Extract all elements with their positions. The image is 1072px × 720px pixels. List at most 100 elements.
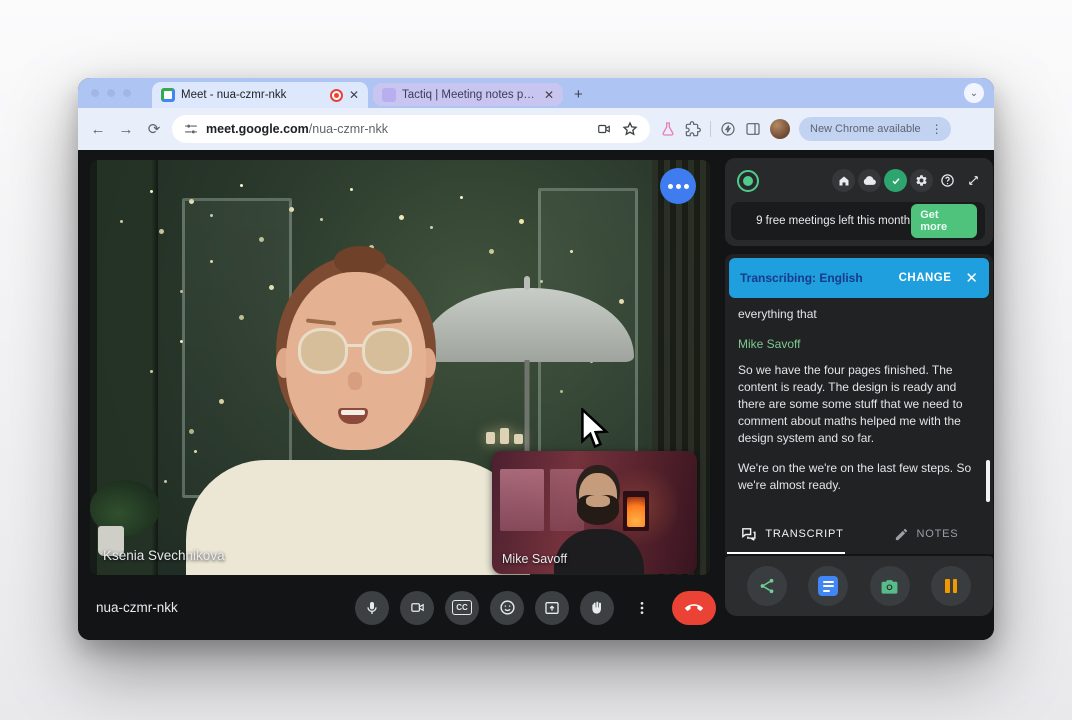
- present-button[interactable]: [535, 591, 569, 625]
- minimize-window-button[interactable]: [107, 89, 115, 97]
- pause-transcription-button[interactable]: [931, 566, 971, 606]
- shield-check-icon: [890, 175, 902, 187]
- self-view-thumbnail[interactable]: Mike Savoff: [492, 451, 697, 574]
- profile-avatar[interactable]: [770, 119, 790, 139]
- captions-button[interactable]: CC: [445, 591, 479, 625]
- cloud-button[interactable]: [858, 169, 881, 192]
- window-controls[interactable]: [91, 89, 131, 97]
- tactiq-sidebar: 9 free meetings left this month Get more…: [725, 150, 994, 640]
- close-tab-icon[interactable]: ✕: [544, 89, 554, 101]
- camera-button[interactable]: [400, 591, 434, 625]
- side-panel-icon[interactable]: [745, 121, 761, 137]
- tab-transcript-label: TRANSCRIPT: [765, 528, 843, 540]
- reload-button[interactable]: ⟳: [144, 120, 164, 138]
- close-tab-icon[interactable]: ✕: [349, 89, 359, 101]
- reactions-button[interactable]: [490, 591, 524, 625]
- meeting-code: nua-czmr-nkk: [96, 600, 178, 615]
- tab-search-chevron-icon[interactable]: ⌄: [964, 83, 984, 103]
- tab-notes-label: NOTES: [917, 528, 959, 540]
- more-options-button[interactable]: [625, 591, 659, 625]
- expand-diagonal-icon: [967, 174, 980, 187]
- home-icon: [838, 175, 850, 187]
- tab-tactiq[interactable]: Tactiq | Meeting notes powe ✕: [373, 83, 563, 106]
- string-lights: [120, 220, 123, 223]
- get-more-button[interactable]: Get more: [911, 204, 977, 238]
- tactiq-header: 9 free meetings left this month Get more: [725, 158, 993, 246]
- share-icon: [758, 577, 776, 595]
- meet-favicon: [161, 88, 175, 102]
- participant-name-label: Ksenia Svechnikova: [103, 548, 225, 563]
- transcribing-label: Transcribing: English: [740, 271, 863, 285]
- transcript-line: We're on the we're on the last few steps…: [738, 460, 977, 494]
- performance-icon[interactable]: [720, 121, 736, 137]
- pause-icon: [945, 579, 957, 593]
- chat-bubble-overlay-icon[interactable]: [660, 168, 696, 204]
- privacy-shield-button[interactable]: [884, 169, 907, 192]
- bookmark-star-icon[interactable]: [622, 121, 638, 137]
- raise-hand-icon: [589, 600, 605, 616]
- gear-icon: [915, 174, 928, 187]
- extensions-puzzle-icon[interactable]: [685, 121, 701, 137]
- site-settings-icon[interactable]: [184, 122, 198, 136]
- transcript-body[interactable]: everything that Mike Savoff So we have t…: [738, 306, 977, 508]
- browser-menu-icon[interactable]: ⋮: [927, 122, 947, 136]
- address-bar[interactable]: meet.google.com/nua-czmr-nkk: [172, 115, 650, 143]
- share-button[interactable]: [747, 566, 787, 606]
- url-path: /nua-czmr-nkk: [309, 122, 388, 136]
- microphone-icon: [364, 600, 380, 616]
- tactiq-favicon: [382, 88, 396, 102]
- pencil-icon: [894, 527, 909, 542]
- tab-transcript[interactable]: TRANSCRIPT: [725, 514, 859, 554]
- screenshot-button[interactable]: [870, 566, 910, 606]
- change-language-button[interactable]: CHANGE: [899, 272, 952, 284]
- participant-glasses: [296, 328, 418, 378]
- transcript-line: everything that: [738, 306, 977, 323]
- close-banner-icon[interactable]: ✕: [965, 269, 978, 287]
- cloud-icon: [863, 174, 876, 187]
- transcribing-banner: Transcribing: English CHANGE ✕: [729, 258, 989, 298]
- free-meetings-text: 9 free meetings left this month: [755, 214, 911, 229]
- close-window-button[interactable]: [91, 89, 99, 97]
- transcript-speaker: Ksenia Svechnikova: [738, 507, 977, 508]
- thumb-window: [500, 469, 544, 531]
- thumb-fireplace: [623, 491, 649, 531]
- meet-bottom-bar: nua-czmr-nkk CC: [78, 575, 724, 640]
- end-call-icon: [685, 599, 703, 617]
- camera-in-use-icon[interactable]: [596, 122, 612, 136]
- tab-title: Tactiq | Meeting notes powe: [402, 89, 538, 101]
- browser-toolbar: ← → ⟳ meet.google.com/nua-czmr-nkk New C…: [78, 108, 994, 150]
- thumb-name-label: Mike Savoff: [502, 552, 567, 566]
- settings-button[interactable]: [910, 169, 933, 192]
- main-video-tile[interactable]: Ksenia Svechnikova Mike Savoff: [90, 160, 710, 575]
- tactiq-logo-icon: [737, 170, 759, 192]
- string-lights: [150, 190, 153, 193]
- tab-notes[interactable]: NOTES: [859, 514, 993, 554]
- google-docs-icon: [818, 576, 838, 596]
- tab-title: Meet - nua-czmr-nkk: [181, 89, 324, 101]
- captions-icon: CC: [452, 600, 472, 615]
- transcript-speaker: Mike Savoff: [738, 336, 977, 353]
- end-call-button[interactable]: [672, 591, 716, 625]
- transcript-scrollbar[interactable]: [986, 460, 990, 502]
- raise-hand-button[interactable]: [580, 591, 614, 625]
- export-doc-button[interactable]: [808, 566, 848, 606]
- back-button[interactable]: ←: [88, 121, 108, 138]
- participant-nose: [348, 372, 362, 390]
- collapse-panel-button[interactable]: [962, 169, 985, 192]
- new-tab-button[interactable]: +: [574, 86, 583, 103]
- more-vert-icon: [634, 600, 650, 616]
- camera-photo-icon: [880, 577, 899, 596]
- chrome-update-button[interactable]: New Chrome available ⋮: [799, 117, 951, 141]
- tactiq-extension-icon[interactable]: [660, 121, 676, 137]
- transcript-line: So we have the four pages finished. The …: [738, 362, 977, 447]
- tab-meet[interactable]: Meet - nua-czmr-nkk ✕: [152, 82, 368, 108]
- help-button[interactable]: [936, 169, 959, 192]
- zoom-window-button[interactable]: [123, 89, 131, 97]
- camera-icon: [409, 600, 426, 615]
- meet-content: Ksenia Svechnikova Mike Savoff nua-czmr-…: [78, 150, 994, 640]
- present-screen-icon: [544, 600, 560, 616]
- microphone-button[interactable]: [355, 591, 389, 625]
- forward-button[interactable]: →: [116, 121, 136, 138]
- home-button[interactable]: [832, 169, 855, 192]
- recording-indicator-icon: [330, 89, 343, 102]
